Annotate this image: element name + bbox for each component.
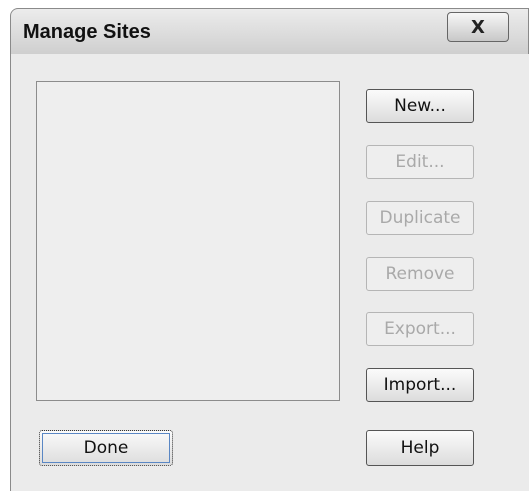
close-icon: X [471,16,485,38]
help-button[interactable]: Help [366,430,474,466]
remove-button-label: Remove [385,264,455,284]
import-button-label: Import... [383,375,457,395]
manage-sites-dialog: Manage Sites X New... Edit... Duplicate … [10,8,529,491]
done-button[interactable]: Done [39,430,173,466]
remove-button[interactable]: Remove [366,257,474,291]
new-button[interactable]: New... [366,89,474,123]
duplicate-button-label: Duplicate [379,208,461,228]
dialog-title: Manage Sites [23,21,151,43]
import-button[interactable]: Import... [366,368,474,402]
close-button[interactable]: X [447,12,509,42]
edit-button[interactable]: Edit... [366,145,474,179]
help-button-label: Help [400,438,440,458]
dialog-body: New... Edit... Duplicate Remove Export..… [10,54,529,491]
export-button-label: Export... [384,319,456,339]
new-button-label: New... [394,96,446,116]
sites-list[interactable] [36,81,340,401]
edit-button-label: Edit... [395,152,445,172]
duplicate-button[interactable]: Duplicate [366,201,474,235]
export-button[interactable]: Export... [366,312,474,346]
done-button-label: Done [83,438,129,458]
title-bar: Manage Sites X [10,8,529,54]
